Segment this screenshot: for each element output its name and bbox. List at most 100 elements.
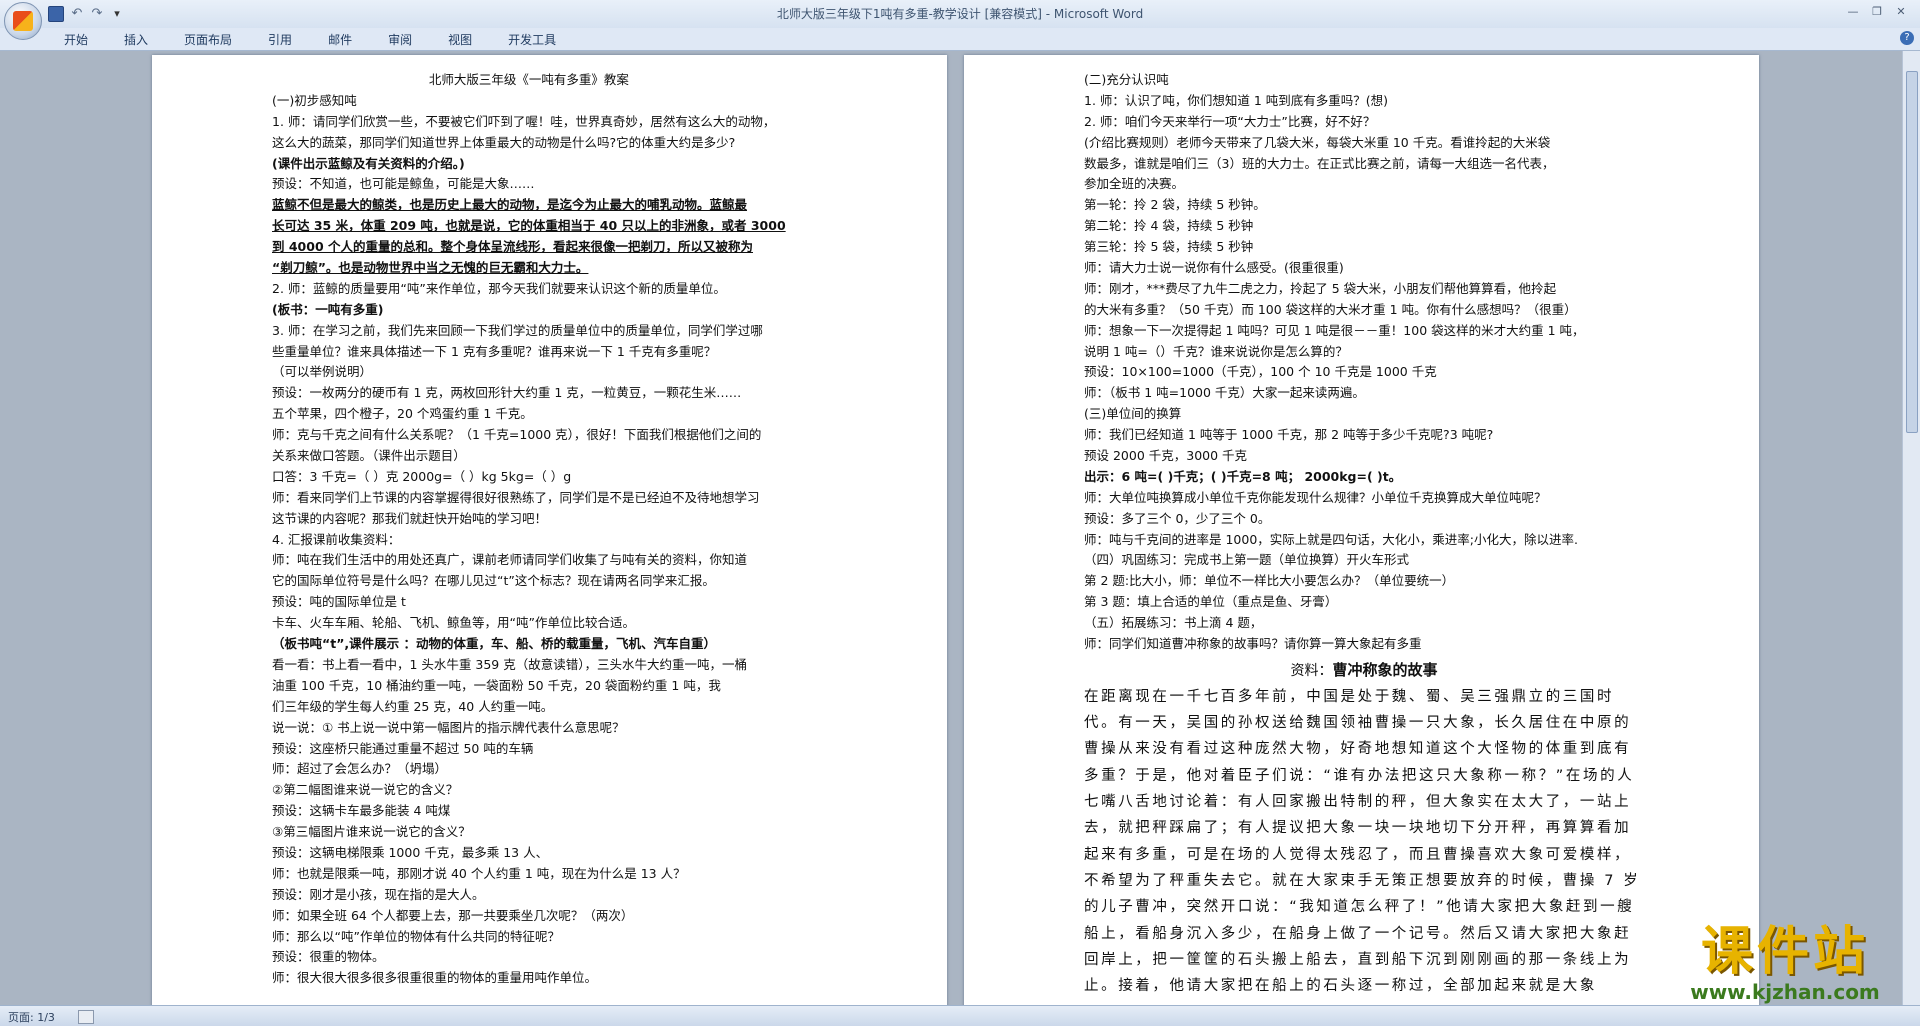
text-line: 师：也就是限乘一吨，那刚才说 40 个人约重 1 吨，现在为什么是 13 人？ <box>272 865 686 881</box>
tab-insert[interactable]: 插入 <box>118 31 160 48</box>
text-line: ③第三幅图片谁来说一说它的含义？ <box>272 824 471 840</box>
document-title: 北师大版三年级《一吨有多重》教案 <box>428 72 629 87</box>
office-button[interactable] <box>4 2 42 40</box>
text-line: 预设：吨的国际单位是 t <box>272 594 406 610</box>
text-line: 卡车、火车车厢、轮船、飞机、鲸鱼等，用“吨”作单位比较合适。 <box>272 615 635 631</box>
text-line: 1. 师：认识了吨，你们想知道 1 吨到底有多重吗？(想) <box>1084 92 1389 108</box>
text-line: 师：如果全班 64 个人都要上去，那一共要乘坐几次呢？（两次） <box>272 907 634 923</box>
page-2-content[interactable]: (二)充分认识吨 1. 师：认识了吨，你们想知道 1 吨到底有多重吗？(想) 2. … <box>1084 70 1644 999</box>
text-line: 第 3 题：填上合适的单位（重点是鱼、牙膏） <box>1084 594 1338 610</box>
text-line: 们三年级的学生每人约重 25 克，40 人约重一吨。 <box>272 698 554 714</box>
text-line: (二)充分认识吨 <box>1084 72 1169 87</box>
maximize-icon[interactable]: ❐ <box>1866 4 1888 21</box>
text-line: 预设：这座桥只能通过重量不超过 50 吨的车辆 <box>272 740 534 756</box>
text-line: 说一说：① 书上说一说中第一幅图片的指示牌代表什么意思呢？ <box>272 719 625 735</box>
text-line: 到 4000 个人的重量的总和。整个身体呈流线形，看起来很像一把剃刀，所以又被称… <box>272 239 753 255</box>
text-line: 这节课的内容呢？那我们就赶快开始吨的学习吧！ <box>272 510 548 526</box>
text-line: 关系来做口答题。（课件出示题目） <box>272 448 466 464</box>
text-line: 第二轮：拎 4 袋，持续 5 秒钟 <box>1084 218 1254 234</box>
text-line: 看一看：书上看一看中，1 头水牛重 359 克（故意读错），三头水牛大约重一吨，… <box>272 656 747 672</box>
text-line: 长可达 35 米，体重 209 吨，也就是说，它的体重相当于 40 只以上的非洲… <box>272 218 786 234</box>
text-line: （五）拓展练习：书上滴 4 题， <box>1084 615 1263 631</box>
page-1: 北师大版三年级《一吨有多重》教案 (一)初步感知吨 1. 师：请同学们欣赏一些，不… <box>152 55 947 1015</box>
office-logo-icon <box>13 11 33 31</box>
text-line: 第一轮：拎 2 袋，持续 5 秒钟。 <box>1084 197 1266 213</box>
text-line: 蓝鲸不但是最大的鲸类，也是历史上最大的动物，是迄今为止最大的哺乳动物。蓝鲸最 <box>272 197 748 213</box>
text-line: 4. 汇报课前收集资料： <box>272 531 401 547</box>
text-line: 出示：6 吨=( )千克；( )千克=8 吨； 2000kg=( )t。 <box>1084 468 1402 484</box>
text-line: (三)单位间的换算 <box>1084 406 1182 422</box>
text-line: 师：大单位吨换算成小单位千克你能发现什么规律？小单位千克换算成大单位吨呢？ <box>1084 489 1547 505</box>
tab-view[interactable]: 视图 <box>442 31 484 48</box>
text-line: 预设：多了三个 0，少了三个 0。 <box>1084 510 1271 526</box>
text-line: 师：同学们知道曹冲称象的故事吗？请你算一算大象起有多重 <box>1084 636 1422 652</box>
watermark-url: www.kjzhan.com <box>1690 980 1880 1004</box>
text-line: 这么大的蔬菜，那同学们知道世界上体重最大的动物是什么吗?它的体重大约是多少? <box>272 134 736 150</box>
site-watermark: 课件站 www.kjzhan.com <box>1670 923 1900 1003</box>
text-line: 师：我们已经知道 1 吨等于 1000 千克，那 2 吨等于多少千克呢?3 吨呢… <box>1084 427 1494 443</box>
text-line: 预设：这辆卡车最多能装 4 吨煤 <box>272 803 451 819</box>
text-line: 预设：刚才是小孩，现在指的是大人。 <box>272 886 485 902</box>
status-bar: 页面: 1/3 <box>0 1005 1920 1026</box>
text-line: 五个苹果，四个橙子，20 个鸡蛋约重 1 千克。 <box>272 406 533 422</box>
tab-home[interactable]: 开始 <box>58 31 100 48</box>
tab-references[interactable]: 引用 <box>262 31 304 48</box>
text-line: 预设：很重的物体。 <box>272 949 385 965</box>
page-count[interactable]: 页面: 1/3 <box>8 1009 55 1025</box>
text-line: 油重 100 千克，10 桶油约重一吨，一袋面粉 50 千克，20 袋面粉约重 … <box>272 677 721 693</box>
text-line: 师：超过了会怎么办？（坍塌） <box>272 761 448 777</box>
watermark-logo-text: 课件站 <box>1700 922 1869 982</box>
proofing-icon[interactable] <box>78 1010 94 1024</box>
minimize-icon[interactable]: — <box>1842 4 1864 21</box>
text-line: 1. 师：请同学们欣赏一些，不要被它们吓到了喔！哇，世界真奇妙，居然有这么大的动… <box>272 113 776 129</box>
text-line: 师：很大很大很多很多很重很重的物体的重量用吨作单位。 <box>272 970 598 986</box>
close-icon[interactable]: ✕ <box>1890 4 1912 21</box>
title-bar: ↶ ↷ ▾ 北师大版三年级下1吨有多重-教学设计 [兼容模式] - Micros… <box>0 0 1920 40</box>
tab-review[interactable]: 审阅 <box>382 31 424 48</box>
text-line: （可以举例说明） <box>272 364 373 380</box>
text-line: 师：（板书 1 吨=1000 千克）大家一起来读两遍。 <box>1084 385 1365 401</box>
window-title: 北师大版三年级下1吨有多重-教学设计 [兼容模式] - Microsoft Wo… <box>776 7 1144 21</box>
text-line: （四）巩固练习：完成书上第一题（单位换算）开火车形式 <box>1084 552 1410 568</box>
text-line: 师：吨在我们生活中的用处还真广，课前老师请同学们收集了与吨有关的资料，你知道 <box>272 552 748 568</box>
text-line: 师：克与千克之间有什么关系呢？（1 千克=1000 克），很好！下面我们根据他们… <box>272 427 762 443</box>
text-line: 预设：这辆电梯限乘 1000 千克，最多乘 13 人、 <box>272 844 549 860</box>
page-2: (二)充分认识吨 1. 师：认识了吨，你们想知道 1 吨到底有多重吗？(想) 2. … <box>964 55 1759 1015</box>
text-line: 第 2 题:比大小，师：单位不一样比大小要怎么办？（单位要统一） <box>1084 573 1455 589</box>
tab-page-layout[interactable]: 页面布局 <box>178 31 244 48</box>
vertical-scrollbar[interactable] <box>1902 51 1920 1005</box>
text-line: 师：想象一下一次提得起 1 吨吗？可见 1 吨是很－－重！100 袋这样的米才大… <box>1084 322 1585 338</box>
text-line: 预设 2000 千克，3000 千克 <box>1084 448 1248 464</box>
text-line: 参加全班的决赛。 <box>1084 176 1185 192</box>
text-line: (课件出示蓝鲸及有关资料的介绍。) <box>272 155 465 171</box>
text-line: 2. 师：蓝鲸的质量要用“吨”来作单位，那今天我们就要来认识这个新的质量单位。 <box>272 280 726 296</box>
tab-developer[interactable]: 开发工具 <box>502 31 568 48</box>
window-controls: — ❐ ✕ <box>1842 4 1912 21</box>
text-line: 预设：一枚两分的硬币有 1 克，两枚回形针大约重 1 克，一粒黄豆，一颗花生米…… <box>272 385 742 401</box>
text-line: 些重量单位？谁来具体描述一下 1 克有多重呢？谁再来说一下 1 千克有多重呢？ <box>272 343 717 359</box>
scrollbar-thumb[interactable] <box>1906 71 1918 433</box>
text-line: 2. 师：咱们今天来举行一项“大力士”比赛，好不好？ <box>1084 113 1376 129</box>
text-line: 3. 师：在学习之前，我们先来回顾一下我们学过的质量单位中的质量单位，同学们学过… <box>272 322 763 338</box>
text-line: 它的国际单位符号是什么吗？在哪儿见过“t”这个标志？现在请两名同学来汇报。 <box>272 573 715 589</box>
ribbon-tabs: 开始 插入 页面布局 引用 邮件 审阅 视图 开发工具 ? <box>0 28 1920 51</box>
text-line: 的大米有多重？（50 千克）而 100 袋这样的大米才重 1 吨。你有什么感想吗… <box>1084 301 1577 317</box>
tab-mailings[interactable]: 邮件 <box>322 31 364 48</box>
text-line: 师：请大力士说一说你有什么感受。(很重很重) <box>1084 260 1344 276</box>
text-line: (介绍比赛规则）老师今天带来了几袋大米，每袋大米重 10 千克。看谁拎起的大米袋 <box>1084 134 1551 150</box>
text-line: （板书吨“t”,课件展示 ：动物的体重，车、船、桥的载重量，飞机、汽车自重） <box>272 636 717 652</box>
text-line: 师：看来同学们上节课的内容掌握得很好很熟练了，同学们是不是已经迫不及待地想学习 <box>272 489 760 505</box>
help-icon[interactable]: ? <box>1900 31 1914 45</box>
text-line: 师：那么以“吨”作单位的物体有什么共同的特征呢？ <box>272 928 560 944</box>
text-line: 师：吨与千克间的进率是 1000，实际上就是四句话，大化小，乘进率;小化大，除以… <box>1084 531 1578 547</box>
page-1-content[interactable]: 北师大版三年级《一吨有多重》教案 (一)初步感知吨 1. 师：请同学们欣赏一些，不… <box>272 70 786 989</box>
text-line: 预设：不知道，也可能是鲸鱼，可能是大象…… <box>272 176 535 192</box>
text-line: (一)初步感知吨 <box>272 92 357 108</box>
text-line: (板书：一吨有多重) <box>272 301 384 317</box>
text-line: 口答：3 千克=（ ）克 2000g=（ ）kg 5kg=（ ）g <box>272 468 572 484</box>
text-line: ②第二幅图谁来说一说它的含义？ <box>272 782 459 798</box>
text-line: 第三轮：拎 5 袋，持续 5 秒钟 <box>1084 239 1254 255</box>
story-text: 在距离现在一千七百多年前，中国是处于魏、蜀、吴三强鼎立的三国时代。有一天，吴国的… <box>1084 688 1641 995</box>
text-line: 数最多，谁就是咱们三（3）班的大力士。在正式比赛之前，请每一大组选一名代表， <box>1084 155 1555 171</box>
story-title: 曹冲称象的故事 <box>1332 660 1438 679</box>
